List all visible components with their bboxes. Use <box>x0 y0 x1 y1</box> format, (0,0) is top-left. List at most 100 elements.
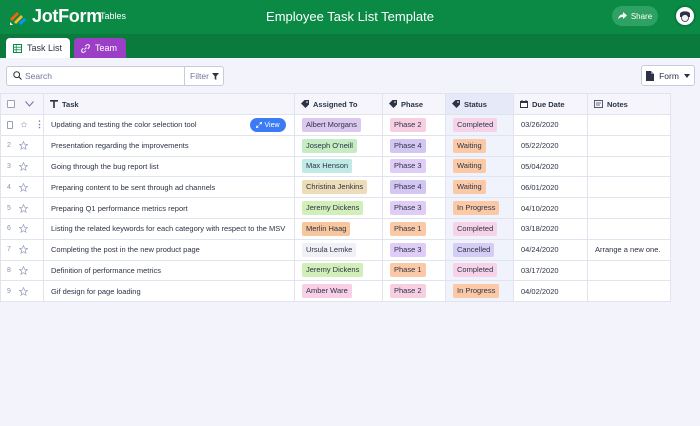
task-cell[interactable]: Updating and testing the color selection… <box>43 114 295 136</box>
status-cell[interactable]: Completed <box>445 114 514 136</box>
table-row[interactable]: 3 Going through the bug report list Max He… <box>0 155 671 178</box>
star-icon[interactable] <box>21 120 27 129</box>
task-cell[interactable]: Preparing Q1 performance metrics report <box>43 197 295 219</box>
task-cell[interactable]: Completing the post in the new product p… <box>43 238 295 261</box>
filter-button[interactable]: Filter <box>184 67 224 85</box>
star-icon[interactable] <box>18 224 28 234</box>
view-row-button[interactable]: View <box>250 118 286 132</box>
notes-cell[interactable] <box>587 176 671 199</box>
assigned-cell[interactable]: Merlin Haag <box>294 217 383 240</box>
notes-cell[interactable] <box>587 114 671 136</box>
column-header-notes[interactable]: Notes <box>587 93 671 115</box>
due-date-cell[interactable]: 03/17/2020 <box>513 259 588 282</box>
due-date-cell[interactable]: 05/22/2020 <box>513 134 588 157</box>
due-date-cell[interactable]: 04/24/2020 <box>513 238 588 261</box>
assignee-pill: Christina Jenkins <box>302 180 368 195</box>
star-icon[interactable] <box>18 182 28 192</box>
assigned-cell[interactable]: Amber Ware <box>294 280 383 303</box>
star-icon[interactable] <box>18 245 28 255</box>
status-cell[interactable]: Waiting <box>445 176 514 199</box>
notes-cell[interactable] <box>587 134 671 157</box>
status-cell[interactable]: Completed <box>445 259 514 282</box>
column-header-status[interactable]: Status <box>445 93 514 115</box>
tab-task-list[interactable]: Task List <box>6 38 70 58</box>
row-select-checkbox[interactable] <box>7 120 13 129</box>
notes-cell[interactable] <box>587 259 671 282</box>
star-icon[interactable] <box>18 203 28 213</box>
notes-cell[interactable] <box>587 280 671 303</box>
column-header-assigned-to[interactable]: Assigned To <box>294 93 383 115</box>
table-row[interactable]: 8 Definition of performance metrics Jeremy… <box>0 259 671 282</box>
star-icon[interactable] <box>18 265 28 275</box>
assigned-cell[interactable]: Christina Jenkins <box>294 176 383 199</box>
search-input[interactable] <box>25 69 185 83</box>
due-date-cell[interactable]: 05/04/2020 <box>513 155 588 178</box>
nav-tables-link[interactable]: Tables <box>100 11 126 21</box>
table-row[interactable]: 7 Completing the post in the new product … <box>0 238 671 261</box>
phase-cell[interactable]: Phase 3 <box>382 238 446 261</box>
status-cell[interactable]: Waiting <box>445 155 514 178</box>
column-header-due-date[interactable]: Due Date <box>513 93 588 115</box>
task-cell[interactable]: Going through the bug report list <box>43 155 295 178</box>
status-cell[interactable]: In Progress <box>445 197 514 219</box>
status-cell[interactable]: Waiting <box>445 134 514 157</box>
due-date-cell[interactable]: 04/02/2020 <box>513 280 588 303</box>
row-index-cell: 2 <box>0 134 44 157</box>
notes-cell[interactable] <box>587 155 671 178</box>
phase-cell[interactable]: Phase 3 <box>382 197 446 219</box>
assigned-cell[interactable]: Max Henson <box>294 155 383 178</box>
table-row[interactable]: 2 Presentation regarding the improvements… <box>0 134 671 157</box>
phase-cell[interactable]: Phase 2 <box>382 280 446 303</box>
assignee-pill: Max Henson <box>302 159 353 174</box>
chevron-down-icon[interactable] <box>25 101 34 107</box>
status-cell[interactable]: Completed <box>445 217 514 240</box>
task-cell[interactable]: Gif design for page loading <box>43 280 295 303</box>
star-icon[interactable] <box>18 141 28 151</box>
due-date-cell[interactable]: 03/26/2020 <box>513 114 588 136</box>
user-avatar[interactable] <box>674 5 696 27</box>
table-row[interactable]: ⋮ Updating and testing the color selectio… <box>0 114 671 136</box>
notes-cell[interactable] <box>587 197 671 219</box>
row-menu-icon[interactable]: ⋮ <box>35 119 43 130</box>
tab-team[interactable]: Team <box>74 38 126 58</box>
table-row[interactable]: 5 Preparing Q1 performance metrics report… <box>0 197 671 219</box>
due-date-cell[interactable]: 03/18/2020 <box>513 217 588 240</box>
task-cell[interactable]: Presentation regarding the improvements <box>43 134 295 157</box>
assigned-cell[interactable]: Ursula Lemke <box>294 238 383 261</box>
table-row[interactable]: 6 Listing the related keywords for each c… <box>0 217 671 240</box>
column-header-task[interactable]: Task <box>43 93 295 115</box>
assigned-cell[interactable]: Joseph O'neill <box>294 134 383 157</box>
assigned-cell[interactable]: Jeremy Dickens <box>294 197 383 219</box>
task-text: Updating and testing the color selection… <box>51 120 197 130</box>
assigned-cell[interactable]: Jeremy Dickens <box>294 259 383 282</box>
assigned-cell[interactable]: Albert Morgans <box>294 114 383 136</box>
phase-cell[interactable]: Phase 1 <box>382 259 446 282</box>
due-date-cell[interactable]: 04/10/2020 <box>513 197 588 219</box>
star-icon[interactable] <box>18 286 28 296</box>
task-cell[interactable]: Definition of performance metrics <box>43 259 295 282</box>
column-header-phase[interactable]: Phase <box>382 93 446 115</box>
assignee-pill: Albert Morgans <box>302 117 361 132</box>
select-all-checkbox[interactable] <box>7 100 15 108</box>
share-button[interactable]: Share <box>612 6 658 26</box>
notes-cell[interactable]: Arrange a new one. <box>587 238 671 261</box>
phase-cell[interactable]: Phase 3 <box>382 155 446 178</box>
phase-cell[interactable]: Phase 1 <box>382 217 446 240</box>
star-icon[interactable] <box>18 161 28 171</box>
phase-cell[interactable]: Phase 2 <box>382 114 446 136</box>
table-row[interactable]: 4 Preparing content to be sent through ad… <box>0 176 671 199</box>
task-cell[interactable]: Listing the related keywords for each ca… <box>43 217 295 240</box>
notes-cell[interactable] <box>587 217 671 240</box>
status-cell[interactable]: In Progress <box>445 280 514 303</box>
task-cell[interactable]: Preparing content to be sent through ad … <box>43 176 295 199</box>
task-text: Presentation regarding the improvements <box>51 141 189 151</box>
phase-cell[interactable]: Phase 4 <box>382 176 446 199</box>
due-date-cell[interactable]: 06/01/2020 <box>513 176 588 199</box>
status-pill: Cancelled <box>453 242 495 257</box>
phase-cell[interactable]: Phase 4 <box>382 134 446 157</box>
form-button[interactable]: Form <box>641 65 695 86</box>
brand-logo[interactable]: JotForm <box>8 6 102 27</box>
status-cell[interactable]: Cancelled <box>445 238 514 261</box>
due-date-text: 04/02/2020 <box>521 286 559 296</box>
table-row[interactable]: 9 Gif design for page loading Amber Ware Ph… <box>0 280 671 303</box>
